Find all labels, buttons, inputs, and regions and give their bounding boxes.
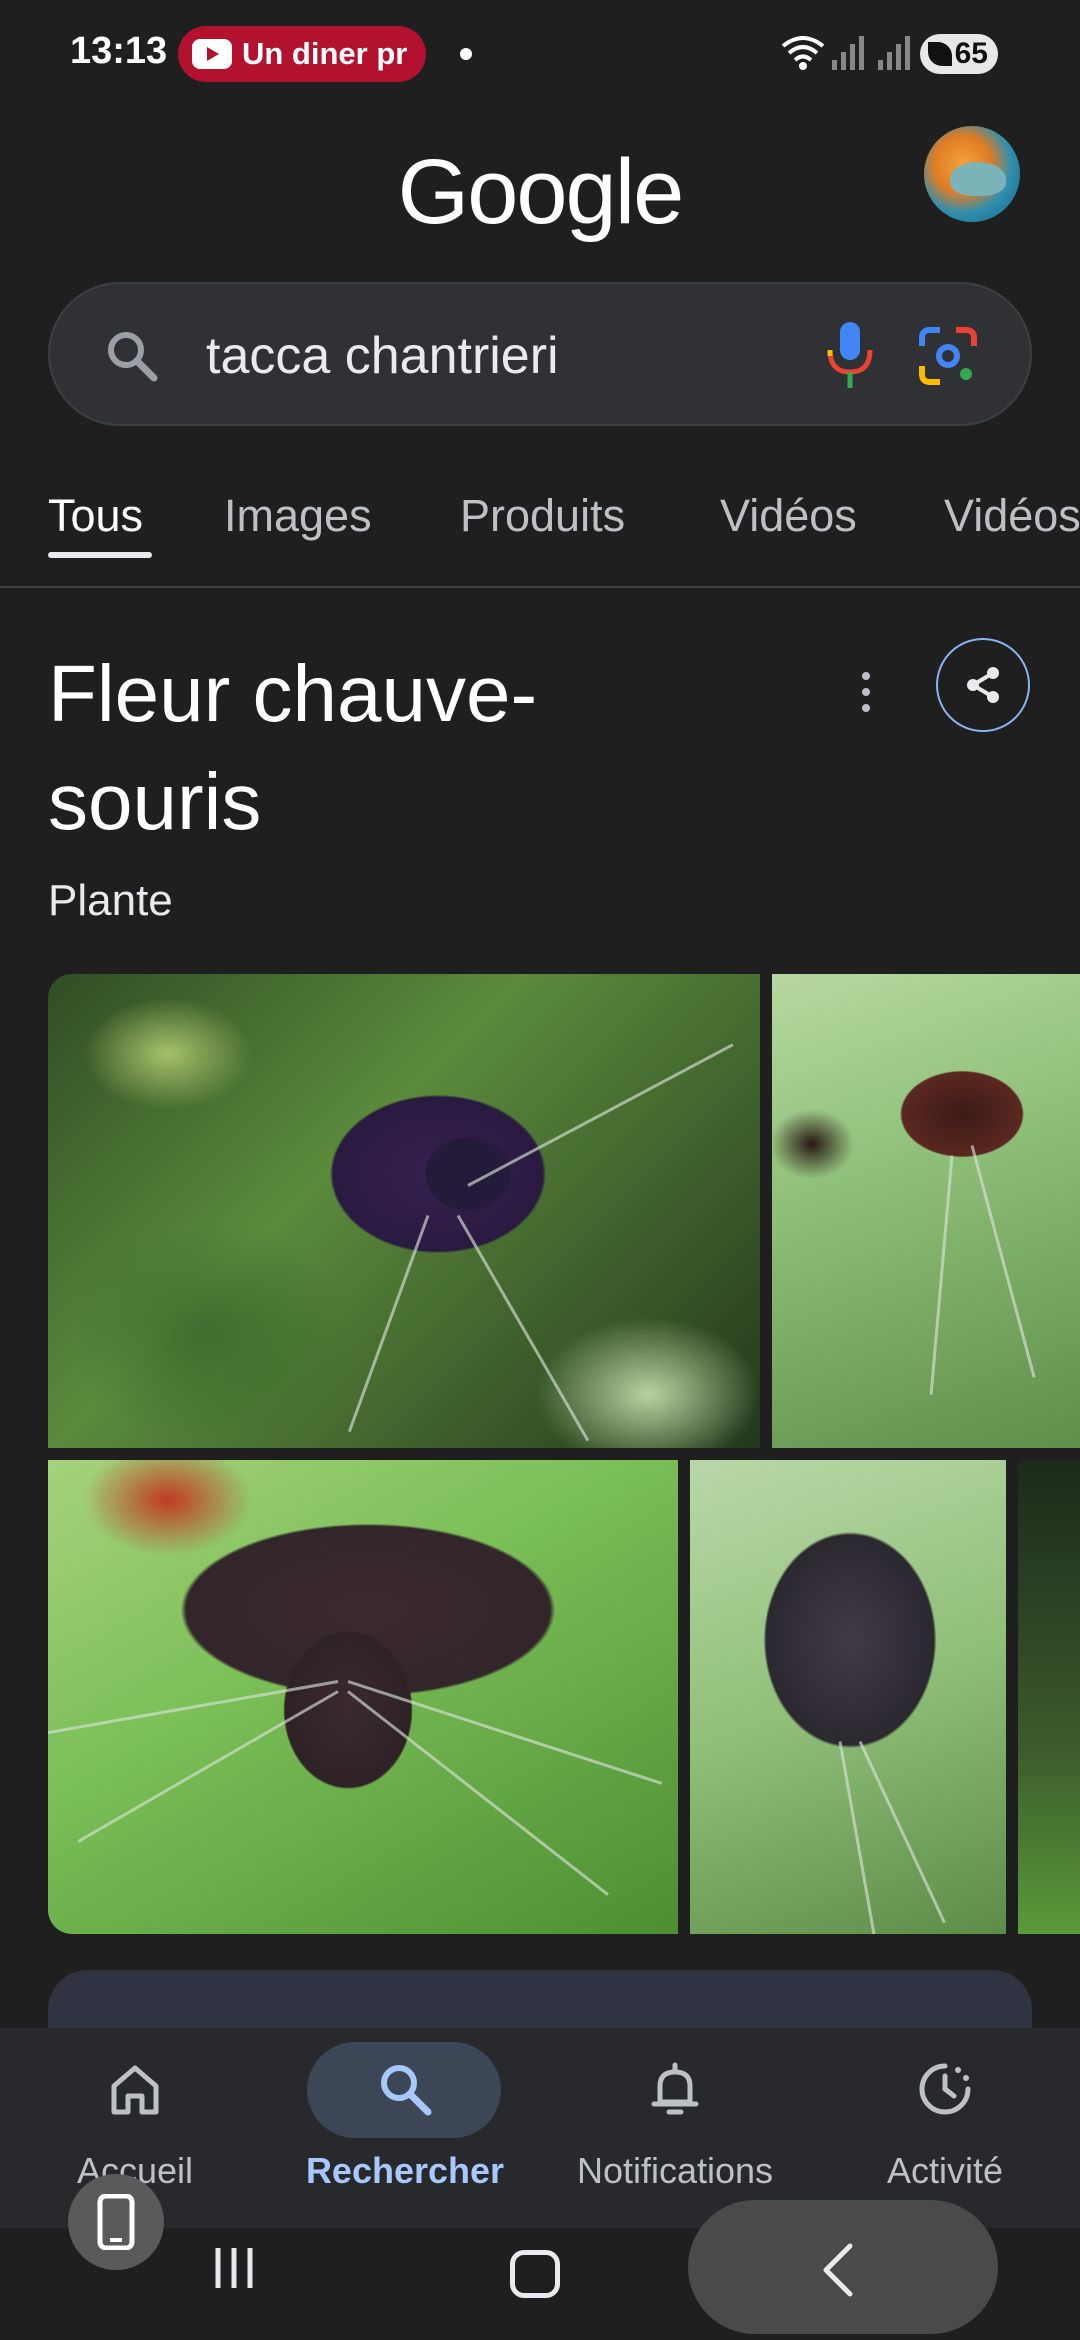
google-logo: Google bbox=[397, 141, 685, 243]
share-icon bbox=[967, 667, 999, 703]
image-detail bbox=[929, 1155, 954, 1395]
battery-level: 65 bbox=[954, 37, 988, 70]
search-tabs: Tous Images Produits Vidéos Vidéos bbox=[0, 480, 1080, 588]
bat-flower-image-2[interactable] bbox=[772, 974, 1080, 1448]
floating-phone-button[interactable] bbox=[68, 2174, 164, 2270]
image-detail bbox=[48, 1680, 339, 1739]
share-button[interactable] bbox=[936, 638, 1030, 732]
nav-label-search: Rechercher bbox=[305, 2150, 505, 2191]
image-detail bbox=[347, 1680, 663, 1785]
bell-icon bbox=[651, 2062, 699, 2115]
bat-flower-image-4[interactable] bbox=[690, 1460, 1006, 1934]
image-detail bbox=[467, 1043, 734, 1187]
phone-icon bbox=[97, 2194, 135, 2250]
status-bar: 13:13 Un diner pr 65 bbox=[0, 0, 1080, 110]
status-time: 13:13 bbox=[70, 30, 168, 72]
active-tab-indicator bbox=[48, 552, 152, 558]
google-lens-icon[interactable] bbox=[916, 324, 980, 388]
youtube-icon bbox=[192, 39, 232, 69]
image-detail bbox=[347, 1214, 430, 1433]
image-detail bbox=[858, 1740, 946, 1924]
wifi-icon bbox=[781, 36, 825, 70]
image-detail bbox=[970, 1145, 1036, 1378]
recent-apps-icon[interactable] bbox=[212, 2246, 256, 2290]
bat-flower-image-5[interactable] bbox=[1018, 1460, 1080, 1934]
title-line-2: souris bbox=[48, 757, 262, 846]
home-icon bbox=[111, 2065, 159, 2115]
bat-flower-image-1[interactable] bbox=[48, 974, 760, 1448]
account-avatar[interactable] bbox=[924, 126, 1020, 222]
tab-short-videos[interactable]: Vidéos bbox=[944, 490, 1080, 542]
signal-icon-2 bbox=[878, 36, 910, 70]
notification-dot-icon bbox=[460, 48, 472, 60]
bat-flower-image-3[interactable] bbox=[48, 1460, 678, 1934]
avatar-image bbox=[950, 162, 1006, 196]
tab-images[interactable]: Images bbox=[224, 490, 372, 542]
back-icon[interactable] bbox=[818, 2240, 858, 2300]
image-detail bbox=[456, 1214, 590, 1442]
tab-all[interactable]: Tous bbox=[48, 490, 143, 542]
tabs-divider bbox=[0, 586, 1080, 588]
search-icon bbox=[381, 2065, 432, 2116]
nav-label-notifications: Notifications bbox=[576, 2150, 774, 2191]
search-icon bbox=[108, 332, 158, 382]
search-input[interactable] bbox=[206, 324, 766, 388]
nav-item-notifications[interactable]: Notifications bbox=[540, 2028, 810, 2228]
home-button-icon[interactable] bbox=[510, 2250, 560, 2298]
nav-item-search[interactable]: Rechercher bbox=[270, 2028, 540, 2228]
system-navigation-bar bbox=[0, 2200, 1080, 2340]
tab-products[interactable]: Produits bbox=[460, 490, 625, 542]
tab-videos[interactable]: Vidéos bbox=[720, 490, 857, 542]
activity-icon bbox=[919, 2063, 971, 2115]
search-bar[interactable] bbox=[48, 282, 1032, 426]
title-line-1: Fleur chauve- bbox=[48, 649, 538, 738]
more-options-icon[interactable] bbox=[854, 668, 878, 716]
media-notification-chip[interactable]: Un diner pr bbox=[178, 26, 426, 82]
microphone-icon[interactable] bbox=[822, 320, 878, 392]
image-detail bbox=[838, 1741, 877, 1934]
knowledge-panel-subtitle: Plante bbox=[48, 876, 173, 925]
media-notification-text: Un diner pr bbox=[242, 36, 408, 71]
status-icons: 65 bbox=[780, 28, 1080, 80]
signal-icon bbox=[832, 36, 864, 70]
bottom-navigation: Accueil Rechercher Notifications Activit… bbox=[0, 2028, 1080, 2228]
nav-item-activity[interactable]: Activité bbox=[810, 2028, 1080, 2228]
google-search-results-page: 13:13 Un diner pr 65 Google tacca chantr… bbox=[0, 0, 1080, 2340]
image-detail bbox=[347, 1690, 609, 1896]
image-detail bbox=[77, 1690, 339, 1843]
battery-saver-icon bbox=[928, 42, 952, 66]
knowledge-panel-title: Fleur chauve- souris bbox=[48, 640, 608, 856]
nav-label-activity: Activité bbox=[886, 2150, 1004, 2191]
battery-indicator: 65 bbox=[920, 34, 998, 74]
